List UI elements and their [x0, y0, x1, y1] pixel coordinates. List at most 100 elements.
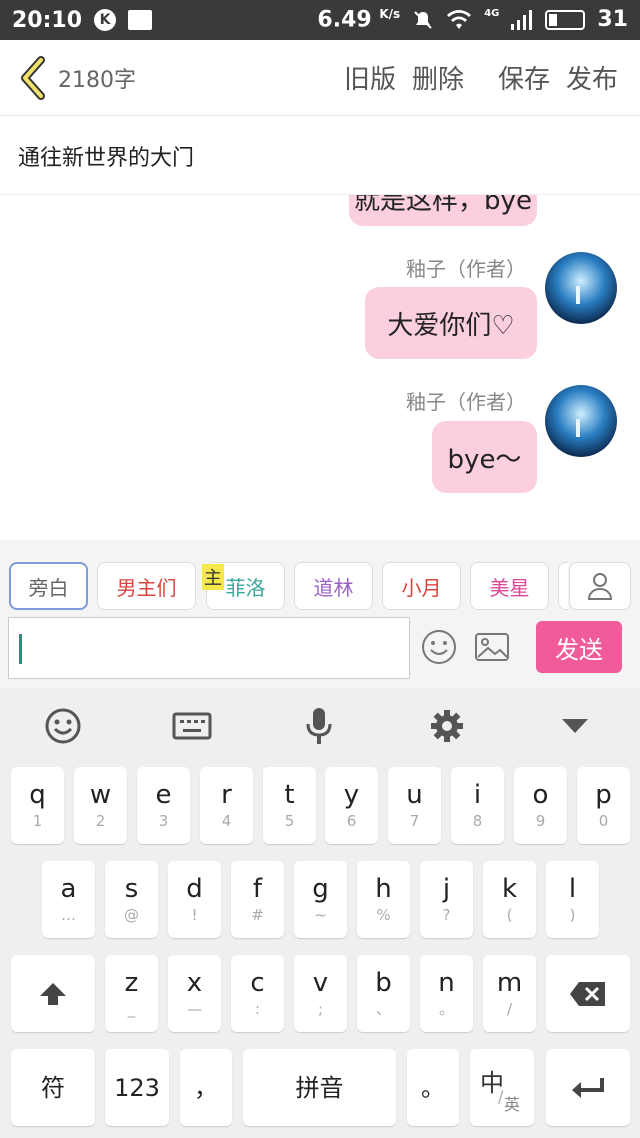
- comma-key[interactable]: ，: [180, 1049, 232, 1126]
- microphone-icon: [306, 708, 332, 744]
- key-i[interactable]: i8: [451, 767, 504, 844]
- keyboard-toolbar: [0, 688, 640, 762]
- role-chip-male-leads[interactable]: 男主们: [97, 562, 196, 610]
- period-key[interactable]: 。: [407, 1049, 459, 1126]
- key-t[interactable]: t5: [263, 767, 316, 844]
- smiley-icon: [45, 708, 81, 744]
- network-type: 4G: [484, 8, 500, 20]
- message-bubble[interactable]: bye～: [432, 421, 537, 493]
- wifi-icon: [447, 10, 472, 29]
- signal-icon: [511, 9, 533, 30]
- key-v[interactable]: v;: [294, 955, 347, 1032]
- key-g[interactable]: g ~: [294, 861, 347, 938]
- key-s[interactable]: s @: [105, 861, 158, 938]
- role-label: 旁白: [28, 575, 69, 600]
- key-a[interactable]: a…: [42, 861, 95, 938]
- message-input[interactable]: [8, 617, 410, 679]
- language-switch-key[interactable]: 中 英 /: [470, 1049, 534, 1126]
- editor-header: 2180字 旧版 删除 保存 发布: [0, 40, 640, 116]
- message-bubble[interactable]: 就是这样，bye: [349, 195, 537, 226]
- main-role-tag: 主: [202, 564, 224, 590]
- key-f[interactable]: f #: [231, 861, 284, 938]
- smiley-icon: [422, 630, 456, 664]
- role-chip-meixing[interactable]: 美星: [470, 562, 549, 610]
- lang-sub-label: 英: [504, 1095, 521, 1114]
- role-label: 小月: [401, 575, 442, 600]
- emoji-button[interactable]: [420, 628, 458, 666]
- word-count: 2180字: [58, 67, 136, 93]
- author-avatar[interactable]: [545, 385, 617, 457]
- key-l[interactable]: l): [546, 861, 599, 938]
- battery-icon: [545, 9, 586, 30]
- publish-button[interactable]: 发布: [558, 59, 626, 96]
- chat-area: 就是这样，bye 釉子（作者） 大爱你们♡ 釉子（作者） bye～: [0, 195, 640, 540]
- person-icon: [587, 573, 613, 600]
- send-button[interactable]: 发送: [536, 621, 622, 673]
- key-m[interactable]: m /: [483, 955, 536, 1032]
- role-chip-daolin[interactable]: 道林: [294, 562, 373, 610]
- key-k[interactable]: k(: [483, 861, 536, 938]
- number-key[interactable]: 123: [105, 1049, 169, 1126]
- text-cursor: [19, 634, 22, 664]
- chapter-title[interactable]: 通往新世界的大门: [0, 117, 640, 195]
- network-speed: 6.49 K/s: [317, 7, 401, 33]
- speaker-name: 釉子（作者）: [406, 257, 526, 281]
- shift-arrow-icon: [40, 982, 66, 1005]
- speaker-name: 釉子（作者）: [406, 390, 526, 414]
- manage-roles-button[interactable]: [569, 562, 631, 610]
- image-icon: [475, 633, 509, 661]
- clock: 20:10: [12, 7, 83, 33]
- key-c[interactable]: c:: [231, 955, 284, 1032]
- key-d[interactable]: d!: [168, 861, 221, 938]
- backspace-icon: [570, 981, 605, 1006]
- enter-key[interactable]: [546, 1049, 630, 1126]
- author-avatar[interactable]: [545, 252, 617, 324]
- space-key[interactable]: 拼音: [243, 1049, 396, 1126]
- key-z[interactable]: z _: [105, 955, 158, 1032]
- delete-button[interactable]: 删除: [404, 59, 472, 96]
- key-h[interactable]: h%: [357, 861, 410, 938]
- triangle-down-icon: [562, 719, 588, 733]
- key-w[interactable]: w2: [74, 767, 127, 844]
- key-o[interactable]: o9: [514, 767, 567, 844]
- mute-icon: [414, 11, 432, 29]
- key-b[interactable]: b、: [357, 955, 410, 1032]
- old-version-button[interactable]: 旧版: [336, 59, 404, 96]
- role-chip-partial[interactable]: [558, 562, 568, 610]
- key-q[interactable]: q1: [11, 767, 64, 844]
- image-button[interactable]: [473, 628, 511, 666]
- key-r[interactable]: r4: [200, 767, 253, 844]
- keyboard-layout-key[interactable]: [170, 706, 214, 746]
- role-label: 男主们: [116, 575, 177, 600]
- key-x[interactable]: x —: [168, 955, 221, 1032]
- keyboard-icon: [172, 712, 212, 740]
- role-chip-xiaoyue[interactable]: 小月: [382, 562, 461, 610]
- shift-key[interactable]: [11, 955, 95, 1032]
- voice-input-key[interactable]: [299, 706, 339, 746]
- chevron-left-icon: [21, 55, 45, 100]
- key-p[interactable]: p0: [577, 767, 630, 844]
- message-bubble[interactable]: 大爱你们♡: [365, 287, 537, 359]
- symbol-key[interactable]: 符: [11, 1049, 95, 1126]
- key-u[interactable]: u7: [388, 767, 441, 844]
- hide-keyboard-key[interactable]: [555, 706, 595, 746]
- k-app-icon: K: [94, 9, 117, 31]
- status-bar: 20:10 K 6.49 K/s 4G 31: [0, 0, 640, 40]
- backspace-key[interactable]: [546, 955, 630, 1032]
- image-notification-icon: [128, 10, 153, 30]
- gear-icon: [431, 710, 463, 742]
- role-label: 菲洛: [225, 575, 266, 600]
- key-j[interactable]: j?: [420, 861, 473, 938]
- soft-keyboard: q1 w2 e3 r4 t5 y6 u7 i8 o9 p0 a… s @ d! f…: [0, 688, 640, 1138]
- role-bar: 旁白 男主们 主 菲洛 道林 小月 美星 发送: [0, 540, 640, 688]
- settings-key[interactable]: [427, 706, 467, 746]
- emoji-key[interactable]: [43, 706, 83, 746]
- key-y[interactable]: y6: [325, 767, 378, 844]
- back-button[interactable]: [10, 40, 58, 116]
- key-n[interactable]: n。: [420, 955, 473, 1032]
- save-button[interactable]: 保存: [490, 59, 558, 96]
- role-chip-narrator[interactable]: 旁白: [9, 562, 88, 610]
- key-e[interactable]: e3: [137, 767, 190, 844]
- role-label: 道林: [313, 575, 354, 600]
- enter-arrow-icon: [572, 1077, 604, 1098]
